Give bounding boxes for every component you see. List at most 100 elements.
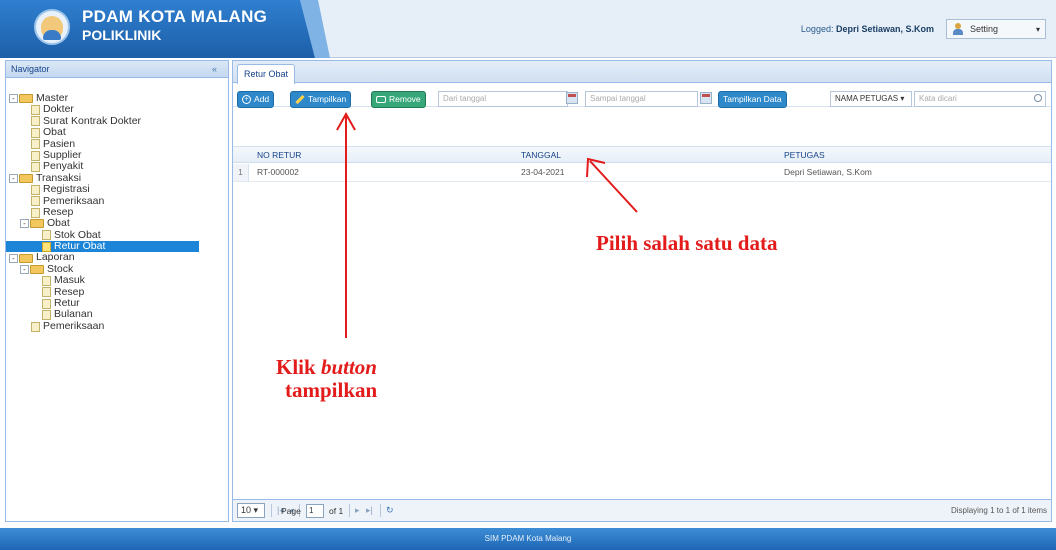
tree-item-supplier[interactable]: Supplier (6, 149, 228, 161)
pager-separator (380, 504, 381, 517)
table-row[interactable]: 1 RT-000002 23-04-2021 Depri Setiawan, S… (233, 164, 1051, 182)
tree-item-stok-obat[interactable]: Stok Obat (6, 229, 228, 241)
collapse-toggle-icon[interactable]: - (9, 253, 18, 263)
file-icon (42, 287, 51, 298)
collapse-icon[interactable]: « (212, 64, 222, 74)
date-from-field[interactable]: Dari tanggal (438, 91, 568, 107)
navigator-title: Navigator (11, 64, 50, 74)
tampilkan-label: Tampilkan (308, 94, 347, 104)
tree-item-transaksi[interactable]: - Transaksi (6, 172, 228, 184)
collapse-toggle-icon[interactable]: - (20, 265, 29, 275)
file-icon (31, 105, 40, 116)
app-footer: SIM PDAM Kota Malang (0, 528, 1056, 550)
file-icon (42, 230, 51, 241)
file-icon (31, 207, 40, 218)
doctor-icon (41, 16, 63, 40)
file-icon (31, 162, 40, 173)
tree-item-master[interactable]: - Master (6, 92, 228, 104)
cell-no-retur: RT-000002 (257, 167, 299, 177)
folder-icon (19, 253, 33, 263)
tree-item-pemeriksaan[interactable]: Pemeriksaan (6, 195, 228, 207)
remove-label: Remove (389, 94, 421, 104)
tree-item-laporan[interactable]: - Laporan (6, 252, 228, 263)
search-icon[interactable] (1034, 94, 1042, 102)
date-to-field[interactable]: Sampai tanggal (585, 91, 698, 107)
tree-item-obat[interactable]: - Obat (6, 217, 228, 229)
cell-petugas: Depri Setiawan, S.Kom (784, 167, 872, 177)
next-page-icon[interactable]: ▸ (355, 505, 360, 516)
pager-separator (271, 504, 272, 517)
page-of-label: of 1 (329, 506, 344, 516)
tree-item-registrasi[interactable]: Registrasi (6, 183, 228, 196)
file-icon (31, 196, 40, 207)
tree-item-retur[interactable]: Retur (6, 297, 228, 309)
column-header-no-retur[interactable]: NO RETUR (257, 147, 301, 164)
remove-button[interactable]: Remove (371, 91, 426, 108)
tree-item-obat[interactable]: Obat (6, 126, 228, 138)
tampilkan-button[interactable]: Tampilkan (290, 91, 352, 108)
grid-header: NO RETUR TANGGAL PETUGAS (233, 146, 1051, 163)
pagination-bar: 10 ▾ |◂ ◂ Page 1 of 1 ▸ ▸| ↻ Displaying … (233, 499, 1051, 521)
refresh-icon[interactable]: ↻ (386, 505, 394, 516)
page-label: Page (281, 506, 301, 516)
calendar-icon[interactable] (700, 92, 712, 104)
calendar-icon[interactable] (566, 92, 578, 104)
tree-item-pemeriksaan[interactable]: Pemeriksaan (6, 319, 228, 332)
chevron-down-icon: ▾ (1035, 24, 1040, 34)
file-icon (31, 150, 40, 161)
folder-icon (30, 265, 44, 275)
add-label: Add (254, 94, 270, 104)
page-size-select[interactable]: 10 ▾ (237, 503, 265, 518)
pencil-icon (295, 94, 305, 105)
file-icon (42, 298, 51, 309)
column-header-tanggal[interactable]: TANGGAL (521, 147, 561, 164)
column-header-petugas[interactable]: PETUGAS (784, 147, 825, 164)
filter-select-value: NAMA PETUGAS (835, 94, 899, 103)
collapse-toggle-icon[interactable]: - (9, 94, 18, 104)
tampilkan-data-button[interactable]: Tampilkan Data (718, 91, 787, 108)
annotation-klik-button: Klik button (276, 355, 377, 380)
logged-in-user: Logged: Depri Setiawan, S.Kom (801, 24, 934, 34)
tree-item-stock[interactable]: - Stock (6, 263, 228, 275)
toolbar: + Add Tampilkan Remove Dari tanggal Samp… (233, 83, 1051, 108)
page-number-input[interactable]: 1 (306, 504, 324, 518)
plus-icon: + (242, 95, 251, 104)
file-icon (31, 116, 40, 127)
add-button[interactable]: + Add (237, 91, 275, 108)
tree-item-pasien[interactable]: Pasien (6, 138, 228, 150)
file-icon (31, 127, 40, 138)
last-page-icon[interactable]: ▸| (366, 505, 373, 516)
setting-label: Setting (970, 24, 999, 34)
file-icon (42, 310, 51, 321)
navigator-panel: Navigator « - Master Dokter Surat Kontrak D… (5, 60, 229, 522)
filter-select[interactable]: NAMA PETUGAS ▾ (830, 91, 912, 107)
tree-item-masuk[interactable]: Masuk (6, 274, 228, 286)
file-icon (42, 275, 51, 286)
tree-item-resep[interactable]: Resep (6, 206, 228, 218)
app-title: PDAM KOTA MALANG (82, 7, 268, 26)
tree-item-bulanan[interactable]: Bulanan (6, 309, 228, 320)
search-placeholder: Kata dicari (919, 94, 957, 103)
user-icon (952, 23, 964, 35)
annotation-klik-italic: button (320, 355, 377, 379)
annotation-tampilkan: tampilkan (285, 378, 378, 402)
search-input[interactable]: Kata dicari (914, 91, 1046, 107)
main-panel: Retur Obat + Add Tampilkan Remove Dari t… (232, 60, 1052, 522)
collapse-toggle-icon[interactable]: - (20, 219, 29, 229)
tree-item-label: Pemeriksaan (43, 319, 105, 332)
setting-button[interactable]: Setting ▾ (946, 19, 1046, 39)
folder-icon (30, 219, 44, 229)
tree-item-surat-kontrak-dokter[interactable]: Surat Kontrak Dokter (6, 115, 228, 127)
folder-icon (19, 94, 33, 104)
file-icon (31, 184, 40, 195)
tree-item-resep[interactable]: Resep (6, 286, 228, 298)
annotation-pilih-data: Pilih salah satu data (596, 231, 778, 255)
navigator-header: Navigator « (6, 61, 228, 78)
tree-item-retur-obat[interactable]: Retur Obat (6, 240, 199, 253)
folder-icon (19, 173, 33, 183)
pager-separator (349, 504, 350, 517)
app-subtitle: POLIKLINIK (82, 27, 162, 43)
tab-retur-obat[interactable]: Retur Obat (237, 64, 296, 84)
tree-item-label: Registrasi (43, 183, 90, 196)
collapse-toggle-icon[interactable]: - (9, 173, 18, 183)
